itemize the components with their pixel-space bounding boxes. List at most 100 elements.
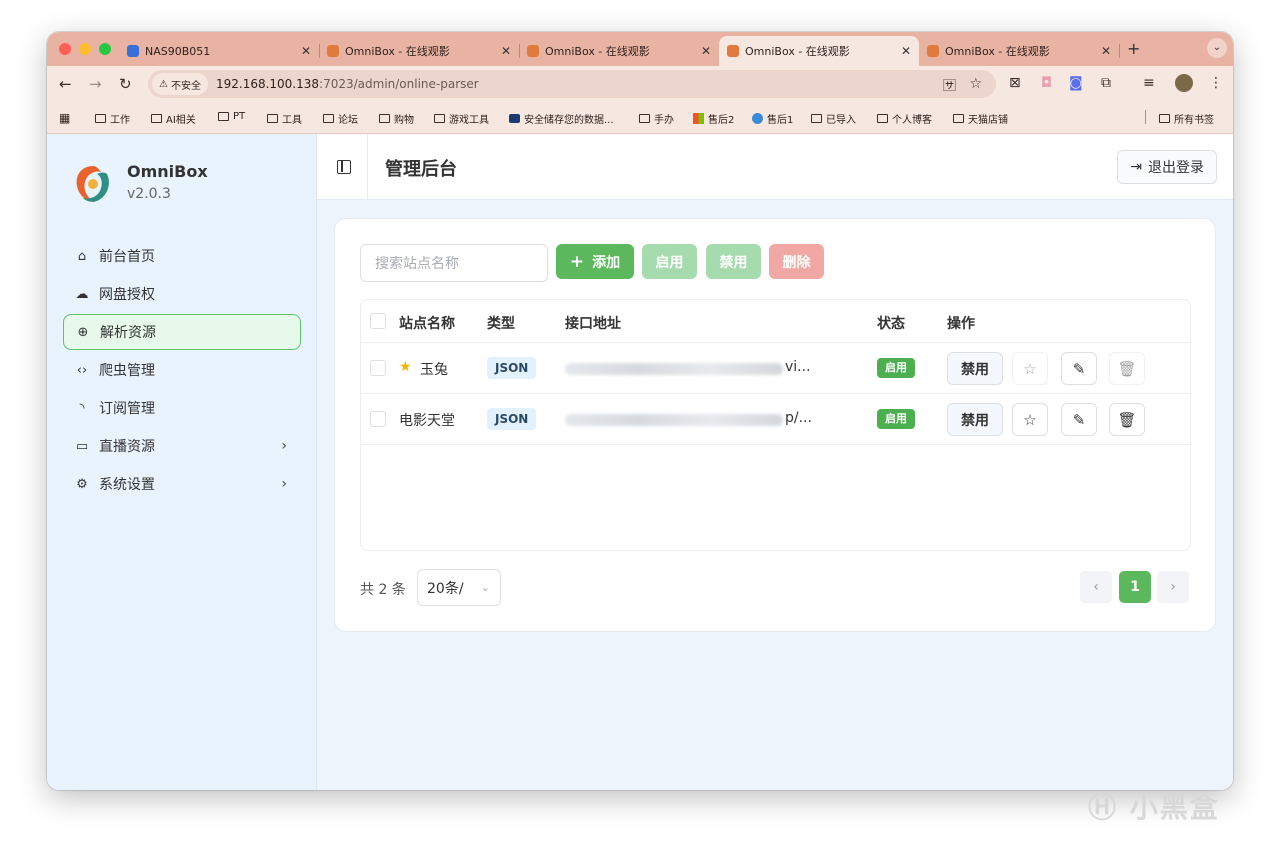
prev-page-button[interactable]: ‹ [1080, 571, 1112, 603]
enable-button[interactable]: 启用 [642, 244, 697, 279]
app-version: v2.0.3 [127, 186, 171, 202]
extension-icon[interactable]: ◘ [1041, 75, 1052, 91]
tab-title: OmniBox - 在线观影 [345, 45, 450, 58]
sidebar-item-live[interactable]: ▭ 直播资源 › [63, 428, 301, 464]
delete-button[interactable]: 删除 [769, 244, 824, 279]
next-page-button[interactable]: › [1157, 571, 1189, 603]
omnibox-favicon-icon [727, 45, 739, 57]
edit-icon[interactable]: ✎ [1061, 352, 1097, 385]
column-header: 接口地址 [565, 316, 621, 332]
tab-title: NAS90B051 [145, 44, 211, 58]
new-tab-icon[interactable]: + [1127, 39, 1140, 58]
sidebar-item-parser[interactable]: ⊕ 解析资源 [63, 314, 301, 350]
sidebar-item-cloud-auth[interactable]: ☁ 网盘授权 [63, 276, 301, 312]
star-icon[interactable]: ☆ [1012, 403, 1048, 436]
close-tab-icon[interactable]: ✕ [501, 44, 511, 58]
bookmark-link[interactable]: 售后2 [693, 111, 734, 126]
row-disable-button[interactable]: 禁用 [947, 352, 1003, 385]
add-label: 添加 [592, 254, 621, 271]
bookmark-folder[interactable]: PT [218, 111, 245, 122]
watermark: Ⓗ 小黑盒 [1088, 791, 1220, 824]
browser-tab[interactable]: OmniBox - 在线观影 ✕ [519, 36, 719, 66]
bookmark-folder[interactable]: 工作 [95, 111, 130, 126]
sidebar-toggle-icon[interactable] [337, 160, 351, 174]
sidebar-item-home[interactable]: ⌂ 前台首页 [63, 238, 301, 274]
sidebar-item-subscription[interactable]: ◝ 订阅管理 [63, 390, 301, 426]
address-bar[interactable]: ⚠ 不安全 192.168.100.138:7023/admin/online-… [148, 70, 996, 98]
tab-title: OmniBox - 在线观影 [745, 45, 850, 58]
sidebar: OmniBox v2.0.3 ⌂ 前台首页 ☁ 网盘授权 ⊕ 解析资源 ‹› 爬… [47, 134, 317, 790]
bookmark-link[interactable]: 售后1 [752, 111, 793, 126]
tab-search-chevron-icon[interactable]: ⌄ [1207, 38, 1227, 58]
bookmark-favicon-icon [509, 114, 520, 123]
bookmark-star-icon[interactable]: ☆ [969, 76, 982, 92]
sidebar-item-settings[interactable]: ⚙ 系统设置 › [63, 466, 301, 502]
close-tab-icon[interactable]: ✕ [1101, 44, 1111, 58]
nas-favicon-icon [127, 45, 139, 57]
search-input[interactable]: 搜索站点名称 [360, 244, 548, 282]
url-tail: p/... [785, 410, 812, 426]
folder-icon [811, 114, 822, 123]
bookmark-folder[interactable]: 工具 [267, 111, 302, 126]
logout-icon: ⇥ [1130, 159, 1142, 175]
security-label: 不安全 [170, 80, 201, 92]
bookmark-label: 工作 [110, 115, 130, 126]
reading-list-icon[interactable]: ≡ [1143, 75, 1155, 91]
site-name: 玉兔 [420, 362, 448, 378]
forward-icon[interactable]: → [89, 75, 102, 93]
status-badge: 启用 [877, 358, 915, 378]
folder-icon [218, 112, 229, 121]
trash-icon[interactable]: 🗑 [1109, 352, 1145, 385]
page-number-button[interactable]: 1 [1119, 571, 1151, 603]
close-tab-icon[interactable]: ✕ [301, 44, 311, 58]
url-tail: vi... [785, 359, 811, 375]
minimize-window-button[interactable] [79, 43, 91, 55]
translate-icon[interactable]: 🈂 [943, 75, 956, 94]
add-button[interactable]: + 添加 [556, 244, 634, 279]
logout-button[interactable]: ⇥ 退出登录 [1117, 150, 1217, 184]
bookmark-folder[interactable]: 天猫店铺 [953, 111, 1008, 126]
browser-tab[interactable]: NAS90B051 ✕ [119, 36, 320, 66]
maximize-window-button[interactable] [99, 43, 111, 55]
row-checkbox[interactable] [370, 411, 386, 427]
close-tab-icon[interactable]: ✕ [701, 44, 711, 58]
apps-grid-icon[interactable]: ▦ [59, 111, 70, 125]
bookmark-folder[interactable]: 个人博客 [877, 111, 932, 126]
close-window-button[interactable] [59, 43, 71, 55]
all-bookmarks-folder[interactable]: 所有书签 [1159, 111, 1214, 126]
bookmark-label: 安全储存您的数据... [524, 115, 614, 126]
close-tab-icon[interactable]: ✕ [901, 44, 911, 58]
bookmark-folder[interactable]: 已导入 [811, 111, 856, 126]
back-icon[interactable]: ← [59, 75, 72, 93]
browser-tab[interactable]: OmniBox - 在线观影 ✕ [919, 36, 1120, 66]
bookmark-folder[interactable]: 游戏工具 [434, 111, 489, 126]
bookmark-folder[interactable]: 手办 [639, 111, 674, 126]
bookmark-link[interactable]: 安全储存您的数据... [509, 111, 614, 126]
trash-icon[interactable]: 🗑 [1109, 403, 1145, 436]
column-header: 站点名称 [399, 316, 455, 332]
extensions-puzzle-icon[interactable]: ⧉ [1101, 75, 1111, 91]
browser-tab[interactable]: OmniBox - 在线观影 ✕ [319, 36, 520, 66]
security-indicator[interactable]: ⚠ 不安全 [152, 73, 208, 95]
profile-avatar[interactable] [1175, 74, 1193, 92]
browser-menu-icon[interactable]: ⋮ [1209, 75, 1223, 91]
bookmark-folder[interactable]: AI相关 [151, 111, 196, 126]
select-all-checkbox[interactable] [370, 313, 386, 329]
disable-button[interactable]: 禁用 [706, 244, 761, 279]
edit-icon[interactable]: ✎ [1061, 403, 1097, 436]
browser-tab-active[interactable]: OmniBox - 在线观影 ✕ [719, 36, 919, 66]
page-size-select[interactable]: 20条/ ⌄ [417, 569, 501, 606]
row-checkbox[interactable] [370, 360, 386, 376]
reload-icon[interactable]: ↻ [119, 75, 132, 93]
star-icon[interactable]: ☆ [1012, 352, 1048, 385]
bookmark-folder[interactable]: 购物 [379, 111, 414, 126]
app-name: OmniBox [127, 162, 208, 181]
extension-icon[interactable]: ◙ [1069, 75, 1083, 91]
extension-icon[interactable]: ⊠ [1009, 75, 1021, 91]
row-disable-button[interactable]: 禁用 [947, 403, 1003, 436]
bookmark-folder[interactable]: 论坛 [323, 111, 358, 126]
column-header: 操作 [947, 316, 975, 332]
gear-icon: ⚙ [76, 476, 88, 492]
total-count: 共 2 条 [360, 582, 406, 598]
sidebar-item-crawler[interactable]: ‹› 爬虫管理 [63, 352, 301, 388]
